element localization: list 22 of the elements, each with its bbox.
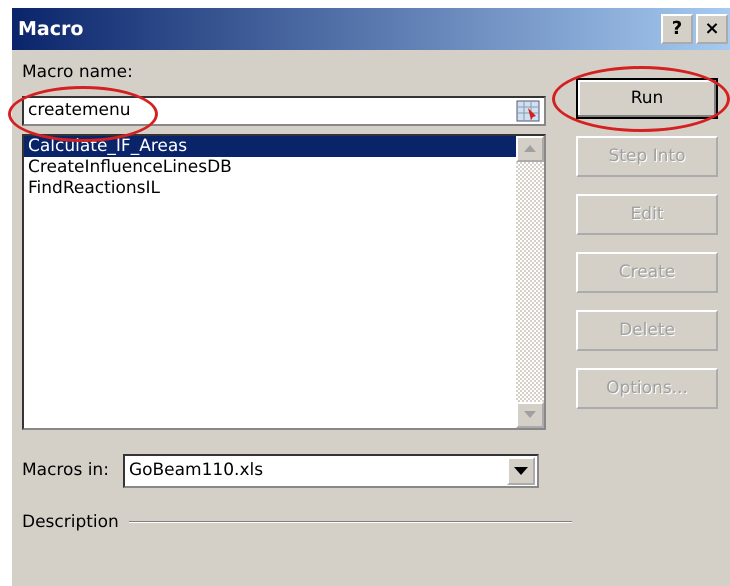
close-button[interactable]: × <box>696 14 728 44</box>
down-arrow-icon <box>524 411 536 418</box>
macros-in-value: GoBeam110.xls <box>128 458 264 482</box>
macro-name-field[interactable]: createmenu <box>22 96 546 126</box>
up-arrow-icon <box>524 145 536 152</box>
macro-list-item[interactable]: CreateInfluenceLinesDB <box>24 156 516 178</box>
macro-name-label: Macro name: <box>22 61 134 84</box>
macro-name-value: createmenu <box>28 98 131 122</box>
scroll-up-button[interactable] <box>516 136 544 162</box>
caret-icon <box>514 466 528 474</box>
scroll-down-button[interactable] <box>516 402 544 428</box>
scrollbar[interactable] <box>516 136 544 428</box>
sheet-picker-icon[interactable] <box>516 100 540 122</box>
macros-in-dropdown[interactable]: GoBeam110.xls <box>122 454 539 488</box>
macro-list-item[interactable]: FindReactionsIL <box>24 178 516 198</box>
macro-list-item[interactable]: Calculate_IF_Areas <box>24 136 516 156</box>
help-button[interactable]: ? <box>661 14 693 44</box>
window-title: Macro <box>18 16 84 42</box>
dialog-button[interactable]: Run <box>576 78 718 119</box>
dropdown-button[interactable] <box>506 456 535 484</box>
macros-in-label: Macros in: <box>22 458 109 482</box>
description-label: Description <box>22 510 119 534</box>
